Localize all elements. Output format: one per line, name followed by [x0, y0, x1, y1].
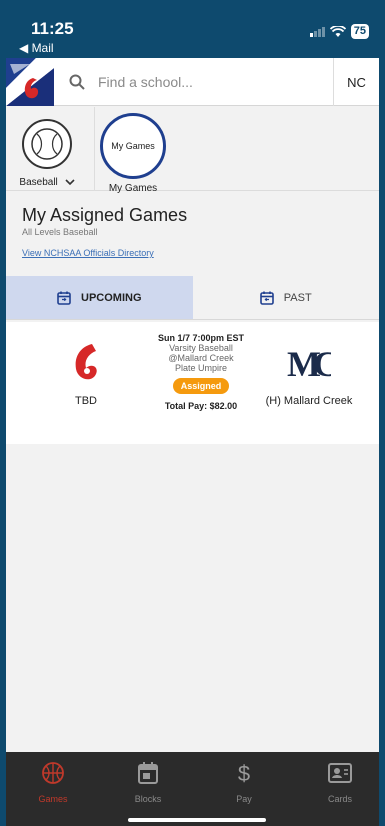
nav-games-label: Games — [38, 794, 68, 804]
home-team-name: (H) Mallard Creek — [265, 395, 353, 407]
signal-icon — [309, 26, 325, 37]
battery-indicator: 75 — [350, 24, 369, 39]
home-team-logo: MC — [287, 344, 345, 384]
home-team: MC (H) Mallard Creek — [254, 342, 364, 407]
svg-text:MC: MC — [287, 344, 331, 384]
status-icons: 75 — [309, 24, 369, 39]
game-card[interactable]: TBD Sun 1/7 7:00pm EST Varsity Baseball … — [6, 322, 379, 444]
my-games-circle: My Games — [100, 113, 166, 179]
chevron-down-icon[interactable] — [64, 178, 75, 186]
tab-upcoming-label: UPCOMING — [81, 291, 142, 304]
sport-label-baseball: Baseball — [19, 177, 58, 188]
app-screen: 11:25 ◀ Mail 75 NC — [6, 0, 379, 826]
baseball-icon — [22, 119, 72, 169]
school-search-input[interactable] — [66, 70, 326, 94]
state-selector-button[interactable]: NC — [333, 58, 379, 106]
game-details: Sun 1/7 7:00pm EST Varsity Baseball @Mal… — [136, 333, 266, 411]
away-team-name: TBD — [75, 395, 97, 407]
basketball-icon — [42, 762, 64, 784]
nav-blocks[interactable]: Blocks — [118, 761, 178, 804]
nav-pay[interactable]: $ Pay — [214, 761, 274, 804]
game-level: Varsity Baseball — [169, 343, 233, 353]
wifi-icon — [329, 25, 346, 37]
calendar-icon — [138, 762, 158, 784]
sports-row: Baseball My Games My Games — [6, 107, 379, 194]
team-logo-icon — [75, 344, 97, 380]
tab-upcoming[interactable]: UPCOMING — [6, 276, 193, 319]
status-time: 11:25 — [31, 19, 74, 38]
page-header: My Assigned Games All Levels Baseball — [22, 205, 187, 237]
status-bar: 11:25 ◀ Mail 75 — [6, 0, 379, 58]
search-bar: NC — [6, 58, 379, 106]
nav-blocks-label: Blocks — [134, 794, 162, 804]
nav-cards[interactable]: Cards — [310, 761, 370, 804]
back-to-mail-link[interactable]: ◀ Mail — [19, 41, 54, 55]
my-games-label: My Games — [108, 183, 158, 194]
nav-games[interactable]: Games — [23, 761, 83, 804]
id-card-icon — [328, 763, 352, 783]
tab-past-label: PAST — [283, 291, 312, 304]
nav-cards-label: Cards — [327, 794, 352, 804]
total-pay: Total Pay: $82.00 — [164, 401, 238, 411]
tab-past[interactable]: PAST — [192, 276, 379, 319]
calendar-icon — [259, 291, 274, 305]
game-position: Plate Umpire — [174, 363, 228, 373]
officials-directory-link[interactable]: View NCHSAA Officials Directory — [22, 248, 154, 258]
page-title: My Assigned Games — [22, 205, 188, 225]
games-tabs: UPCOMING PAST — [6, 276, 379, 320]
bottom-nav: Games Blocks $ Pay Cards — [6, 752, 379, 826]
status-badge: Assigned — [172, 378, 230, 394]
svg-text:$: $ — [238, 761, 250, 785]
game-datetime: Sun 1/7 7:00pm EST — [157, 333, 245, 343]
nfhs-logo[interactable] — [6, 58, 54, 106]
page-subtitle: All Levels Baseball — [22, 227, 98, 237]
game-location: @Mallard Creek — [168, 353, 234, 363]
home-indicator — [128, 818, 266, 822]
sport-filter-baseball[interactable]: Baseball — [12, 119, 82, 188]
my-games-filter[interactable]: My Games My Games — [98, 113, 168, 194]
sports-divider — [94, 107, 95, 191]
away-team: TBD — [51, 342, 121, 407]
dollar-icon: $ — [238, 761, 250, 785]
calendar-icon — [57, 291, 71, 305]
nav-pay-label: Pay — [236, 794, 252, 804]
